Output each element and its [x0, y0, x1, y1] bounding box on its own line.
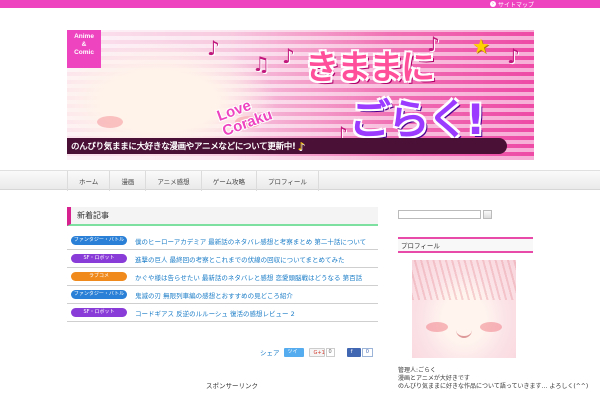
nav-item-home[interactable]: ホーム: [67, 171, 111, 191]
facebook-count: 0: [361, 347, 373, 357]
nav-item-anime[interactable]: アニメ感想: [146, 171, 202, 191]
avatar-hair: [412, 260, 516, 300]
star-icon: ★: [472, 34, 490, 58]
sitemap-link-label: サイトマップ: [497, 1, 534, 9]
anime-comic-badge: Anime & Comic: [67, 30, 101, 68]
list-item: SF・ロボット コードギアス 反逆のルルーシュ 復活の感想レビュー 2: [67, 304, 378, 322]
twitter-share-button[interactable]: ツイート: [283, 347, 304, 364]
global-nav: ホーム 漫画 アニメ感想 ゲーム攻略 プロフィール: [67, 171, 319, 191]
tagline-bar: のんびり気ままに大好きな漫画やアニメなどについて更新中! ♪: [67, 138, 507, 154]
share-label: シェア: [260, 349, 280, 357]
sponsored-link-label: スポンサーリンク: [206, 382, 258, 390]
site-title-line1: きままに: [305, 48, 435, 88]
nav-item-profile[interactable]: プロフィール: [257, 171, 319, 191]
post-title-link[interactable]: 鬼滅の刃 無限列車編の感想とおすすめの見どころ紹介: [135, 290, 375, 300]
category-label[interactable]: ファンタジー・バトル: [71, 236, 127, 245]
share-buttons: シェア ツイート G+1 0 f 0: [260, 347, 373, 364]
music-note-icon: ♫: [252, 52, 270, 76]
music-note-icon: ♪: [207, 36, 220, 60]
list-item: ファンタジー・バトル 僕のヒーローアカデミア 最新話のネタバレ感想と考察まとめ …: [67, 232, 378, 250]
banner-illustration-cheek: [97, 116, 123, 128]
category-label[interactable]: ラブコメ: [71, 272, 127, 281]
category-label[interactable]: ファンタジー・バトル: [71, 290, 127, 299]
header-banner[interactable]: Anime & Comic ♪ ♫ ♪ ♪ ♪ ♪ ★ Love Coraku …: [67, 30, 534, 160]
global-nav-bar: ホーム 漫画 アニメ感想 ゲーム攻略 プロフィール: [0, 170, 600, 191]
sitemap-link[interactable]: › サイトマップ: [489, 0, 534, 9]
category-label[interactable]: SF・ロボット: [71, 254, 127, 263]
site-tagline: のんびり気ままに大好きな漫画やアニメなどについて更新中!: [71, 142, 296, 152]
avatar-mouth: [456, 330, 472, 338]
list-item: ファンタジー・バトル 鬼滅の刃 無限列車編の感想とおすすめの見どころ紹介: [67, 286, 378, 304]
post-list: ファンタジー・バトル 僕のヒーローアカデミア 最新話のネタバレ感想と考察まとめ …: [67, 232, 378, 322]
post-title-link[interactable]: かぐや様は告らせたい 最新話のネタバレと感想 恋愛頭脳戦はどうなる 第百話: [135, 272, 375, 282]
list-item: ラブコメ かぐや様は告らせたい 最新話のネタバレと感想 恋愛頭脳戦はどうなる 第…: [67, 268, 378, 286]
list-item: SF・ロボット 進撃の巨人 最終回の考察とこれまでの伏線の回収についてまとめてみ…: [67, 250, 378, 268]
avatar-cheek: [426, 322, 448, 332]
music-note-icon: ♪: [297, 139, 305, 153]
nav-item-game[interactable]: ゲーム攻略: [202, 171, 257, 191]
music-note-icon: ♪: [282, 44, 295, 68]
avatar-cheek: [480, 322, 502, 332]
post-title-link[interactable]: 進撃の巨人 最終回の考察とこれまでの伏線の回収についてまとめてみた: [135, 254, 375, 264]
section-title: 新着記事: [67, 207, 378, 226]
profile-avatar: [412, 260, 516, 358]
search-button[interactable]: [483, 210, 492, 219]
search-input[interactable]: [398, 210, 481, 219]
profile-text-line: のんびり気ままに好きな作品について語っていきます… よろしく(^^): [398, 383, 589, 390]
post-title-link[interactable]: 僕のヒーローアカデミア 最新話のネタバレ感想と考察まとめ 第二十話について: [135, 236, 375, 246]
google-plus-count: 0: [325, 347, 335, 357]
category-label[interactable]: SF・ロボット: [71, 308, 127, 317]
music-note-icon: ♪: [507, 44, 520, 68]
facebook-share-button[interactable]: f: [346, 347, 361, 357]
chevron-right-icon: ›: [489, 1, 496, 7]
nav-item-manga[interactable]: 漫画: [110, 171, 147, 191]
post-title-link[interactable]: コードギアス 反逆のルルーシュ 復活の感想レビュー 2: [135, 308, 375, 318]
profile-widget-title: プロフィール: [398, 237, 533, 253]
google-plus-button[interactable]: G+1: [308, 347, 325, 357]
